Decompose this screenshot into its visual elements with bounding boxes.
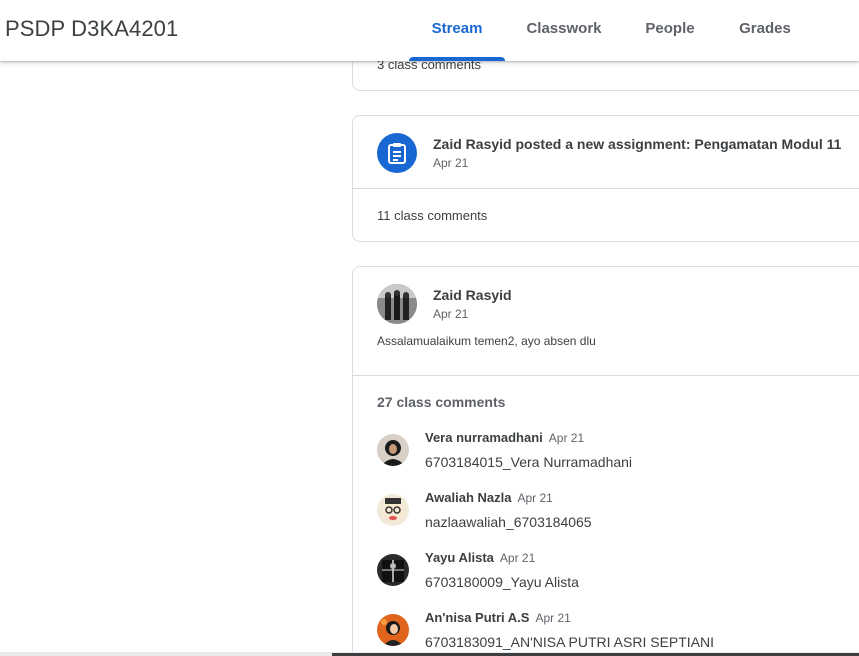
horizontal-scrollbar[interactable]: [0, 652, 859, 656]
card-divider: [353, 188, 859, 189]
post-date: Apr 21: [433, 307, 469, 321]
class-tabs: Stream Classwork People Grades: [0, 0, 859, 61]
comment-author: Vera nurramadhani Apr 21: [425, 430, 585, 445]
avatar: [377, 434, 409, 466]
top-app-bar: PSDP D3KA4201 Stream Classwork People Gr…: [0, 0, 859, 61]
avatar: [377, 284, 417, 324]
tab-classwork[interactable]: Classwork: [514, 0, 614, 61]
tab-label: Grades: [739, 20, 791, 37]
assignment-post-card[interactable]: Zaid Rasyid posted a new assignment: Pen…: [352, 115, 859, 242]
comment-date: Apr 21: [535, 611, 571, 625]
avatar: [377, 554, 409, 586]
comment-item: Awaliah Nazla Apr 21 nazlaawaliah_6703184…: [377, 490, 857, 540]
avatar: [377, 614, 409, 646]
comment-text: nazlaawaliah_6703184065: [425, 514, 592, 530]
tab-stream[interactable]: Stream: [409, 0, 505, 61]
tab-label: Stream: [431, 20, 483, 37]
comment-author: Awaliah Nazla Apr 21: [425, 490, 553, 505]
assignment-post-date: Apr 21: [433, 156, 469, 170]
comment-author: Yayu Alista Apr 21: [425, 550, 536, 565]
comment-date: Apr 21: [548, 431, 585, 445]
comment-item: Vera nurramadhani Apr 21 6703184015_Vera …: [377, 430, 857, 480]
comment-text: 6703184015_Vera Nurramadhani: [425, 454, 633, 470]
tab-grades[interactable]: Grades: [724, 0, 806, 61]
comment-author: An'nisa Putri A.S Apr 21: [425, 610, 571, 625]
tab-people[interactable]: People: [630, 0, 710, 61]
announcement-post-card: Zaid Rasyid Apr 21 Assalamualaikum temen…: [352, 266, 859, 656]
comment-text: 6703183091_AN'NISA PUTRI ASRI SEPTIANI: [425, 634, 715, 650]
tab-label: Classwork: [526, 20, 602, 37]
comment-text: 6703180009_Yayu Alista: [425, 574, 579, 590]
tab-label: People: [645, 20, 695, 37]
active-tab-indicator: [409, 57, 505, 61]
assignment-icon: [377, 133, 417, 173]
comment-item: An'nisa Putri A.S Apr 21 6703183091_AN'NI…: [377, 610, 857, 656]
post-author-name: Zaid Rasyid: [433, 287, 512, 303]
comment-date: Apr 21: [499, 551, 536, 565]
class-comments-count[interactable]: 27 class comments: [377, 394, 505, 410]
assignment-post-title[interactable]: Zaid Rasyid posted a new assignment: Pen…: [433, 136, 841, 152]
card-divider: [353, 375, 859, 376]
class-comments-link[interactable]: 11 class comments: [377, 208, 487, 223]
comment-item: Yayu Alista Apr 21 6703180009_Yayu Alista: [377, 550, 857, 600]
comment-date: Apr 21: [517, 491, 553, 505]
announcement-text: Assalamualaikum temen2, ayo absen dlu: [377, 334, 596, 348]
avatar: [377, 494, 409, 526]
